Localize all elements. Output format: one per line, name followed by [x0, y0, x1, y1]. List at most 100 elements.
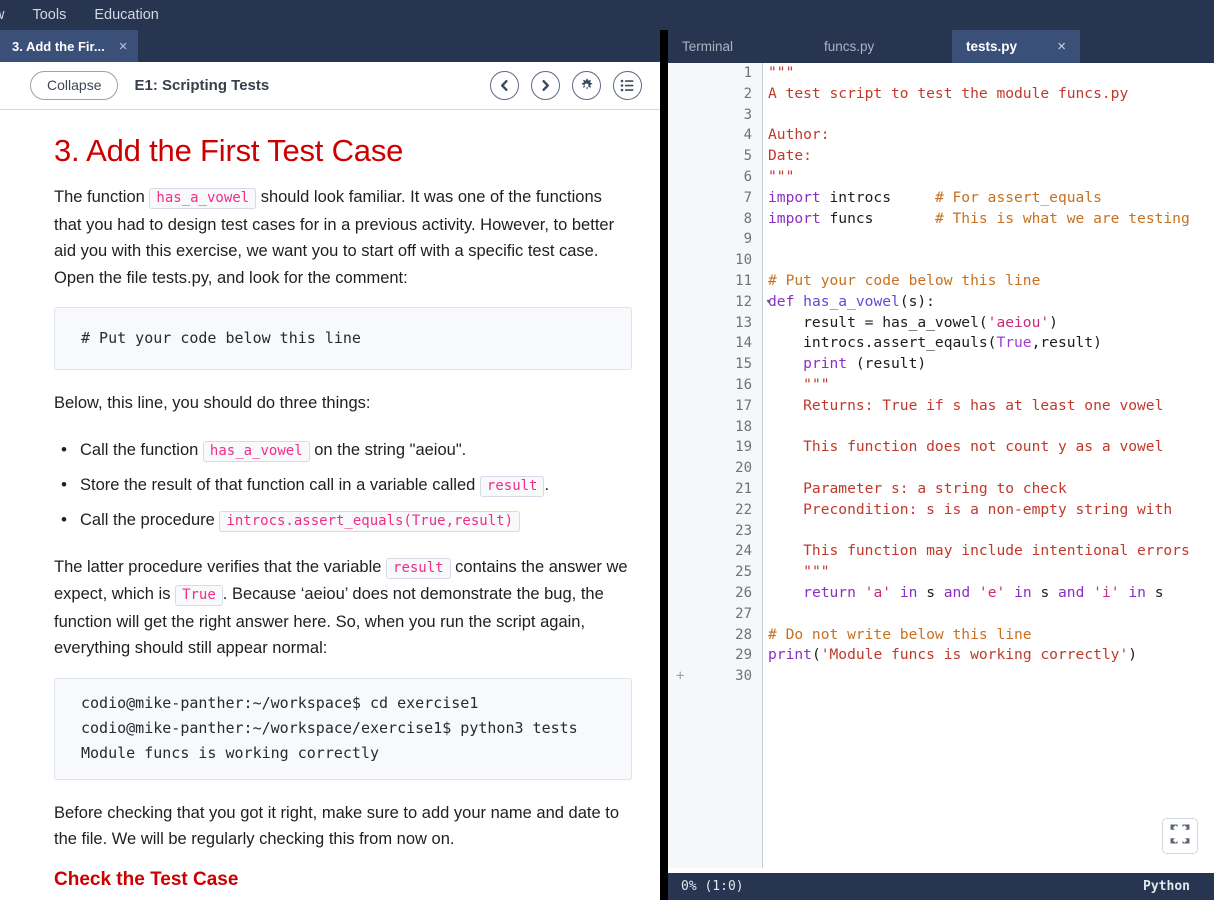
code-line: Date:: [764, 146, 1214, 167]
code-token: [1084, 584, 1093, 601]
code-token: import: [768, 210, 821, 227]
code-line: [764, 604, 1214, 625]
guide-title: E1: Scripting Tests: [134, 77, 269, 94]
code-line: # Do not write below this line: [764, 625, 1214, 646]
code-token: in: [900, 584, 918, 601]
inline-code-result-2: result: [386, 558, 451, 579]
prev-page-button[interactable]: [490, 71, 519, 100]
code-token: [794, 293, 803, 310]
code-token: [856, 584, 865, 601]
line-number: +30: [668, 666, 762, 687]
code-token: return: [803, 584, 856, 601]
code-editor[interactable]: 123456789101112▾131415161718192021222324…: [668, 63, 1214, 868]
collapse-panel-button[interactable]: [1162, 818, 1198, 854]
code-text-area[interactable]: """ A test script to test the module func…: [764, 63, 1214, 868]
menu-item-education[interactable]: Education: [80, 0, 173, 30]
code-token: # Put your code below this line: [768, 272, 1040, 289]
code-token: # Do not write below this line: [768, 626, 1032, 643]
menu-item-tools[interactable]: Tools: [18, 0, 80, 30]
terminal-transcript-block: codio@mike-panther:~/workspace$ cd exerc…: [54, 678, 632, 780]
code-line: Returns: True if s has at least one vowe…: [764, 396, 1214, 417]
table-of-contents-button[interactable]: [613, 71, 642, 100]
code-token: [768, 376, 803, 393]
code-line: import funcs # This is what we are testi…: [764, 209, 1214, 230]
application-menu-bar: w Tools Education: [0, 0, 1214, 30]
line-number: 24: [668, 541, 762, 562]
code-token: Returns: True if s has at least one vowe…: [768, 397, 1163, 414]
collapse-button[interactable]: Collapse: [30, 71, 118, 100]
line-number: 6: [668, 167, 762, 188]
line-number: 19: [668, 437, 762, 458]
code-token: s: [1032, 584, 1058, 601]
code-token: # For assert_equals: [935, 189, 1102, 206]
line-number: 7: [668, 188, 762, 209]
code-line: [764, 458, 1214, 479]
bullet-3-pre: Call the procedure: [80, 511, 219, 529]
page-title: 3. Add the First Test Case: [54, 133, 632, 169]
code-line: [764, 666, 1214, 687]
code-token: Author:: [768, 126, 830, 143]
code-token: True: [996, 334, 1031, 351]
code-token: Precondition: s is a non-empty string wi…: [768, 501, 1172, 518]
code-token: import: [768, 189, 821, 206]
code-line: A test script to test the module funcs.p…: [764, 84, 1214, 105]
line-number: 29: [668, 645, 762, 666]
next-page-button[interactable]: [531, 71, 560, 100]
code-token: 'aeiou': [988, 314, 1050, 331]
line-number: 10: [668, 250, 762, 271]
tab-tests-py[interactable]: tests.py ×: [952, 30, 1080, 63]
code-token: (s):: [900, 293, 935, 310]
code-token: [891, 584, 900, 601]
line-number: 9: [668, 229, 762, 250]
guide-tab-active[interactable]: 3. Add the Fir... ×: [0, 30, 138, 62]
code-line: [764, 417, 1214, 438]
code-token: [970, 584, 979, 601]
close-icon[interactable]: ×: [119, 39, 128, 54]
line-number: 17: [668, 396, 762, 417]
line-number: 11: [668, 271, 762, 292]
chevron-right-icon: [539, 79, 552, 92]
code-token: """: [768, 168, 794, 185]
code-token: funcs: [821, 210, 874, 227]
guide-toolbar-icons: [490, 71, 642, 100]
code-line: result = has_a_vowel('aeiou'): [764, 313, 1214, 334]
editor-status-bar: 0% (1:0) Python: [668, 873, 1214, 900]
line-number: 12▾: [668, 292, 762, 313]
line-number: 26: [668, 583, 762, 604]
settings-button[interactable]: [572, 71, 601, 100]
verify-text-a: The latter procedure verifies that the v…: [54, 558, 386, 576]
code-line: # Put your code below this line: [764, 271, 1214, 292]
code-line: return 'a' in s and 'e' in s and 'i' in …: [764, 583, 1214, 604]
menu-item-window[interactable]: w: [0, 0, 18, 30]
code-token: [873, 210, 935, 227]
panel-splitter[interactable]: [660, 30, 668, 900]
code-token: A test script to test the module funcs.p…: [768, 85, 1128, 102]
tab-funcs-py[interactable]: funcs.py: [810, 30, 952, 63]
code-line: def has_a_vowel(s):: [764, 292, 1214, 313]
subsection-heading: Check the Test Case: [54, 869, 632, 891]
code-token: [768, 584, 803, 601]
code-line: This function does not count y as a vowe…: [764, 437, 1214, 458]
inline-code-result: result: [480, 476, 545, 497]
line-number: 28: [668, 625, 762, 646]
guide-panel: 3. Add the Fir... × Collapse E1: Scripti…: [0, 30, 660, 900]
list-item: Store the result of that function call i…: [54, 468, 632, 503]
list-item: Call the procedure introcs.assert_equals…: [54, 503, 632, 538]
line-number: 4: [668, 125, 762, 146]
code-token: """: [768, 64, 794, 81]
code-token: has_a_vowel: [803, 293, 900, 310]
inline-code-assert-equals: introcs.assert_equals(True,result): [219, 511, 520, 532]
editor-panel: Terminal funcs.py tests.py × 12345678910…: [668, 30, 1214, 900]
line-number: 18: [668, 417, 762, 438]
tab-terminal[interactable]: Terminal: [668, 30, 810, 63]
add-line-icon[interactable]: +: [676, 666, 684, 687]
code-token: 'e': [979, 584, 1005, 601]
code-token: # This is what we are testing: [935, 210, 1190, 227]
guide-content: 3. Add the First Test Case The function …: [0, 111, 660, 900]
instruction-list: Call the function has_a_vowel on the str…: [54, 433, 632, 538]
code-token: print: [768, 646, 812, 663]
close-icon[interactable]: ×: [1057, 38, 1066, 55]
line-number: 13: [668, 313, 762, 334]
code-token: and: [1058, 584, 1084, 601]
language-mode-status[interactable]: Python: [1143, 879, 1190, 894]
